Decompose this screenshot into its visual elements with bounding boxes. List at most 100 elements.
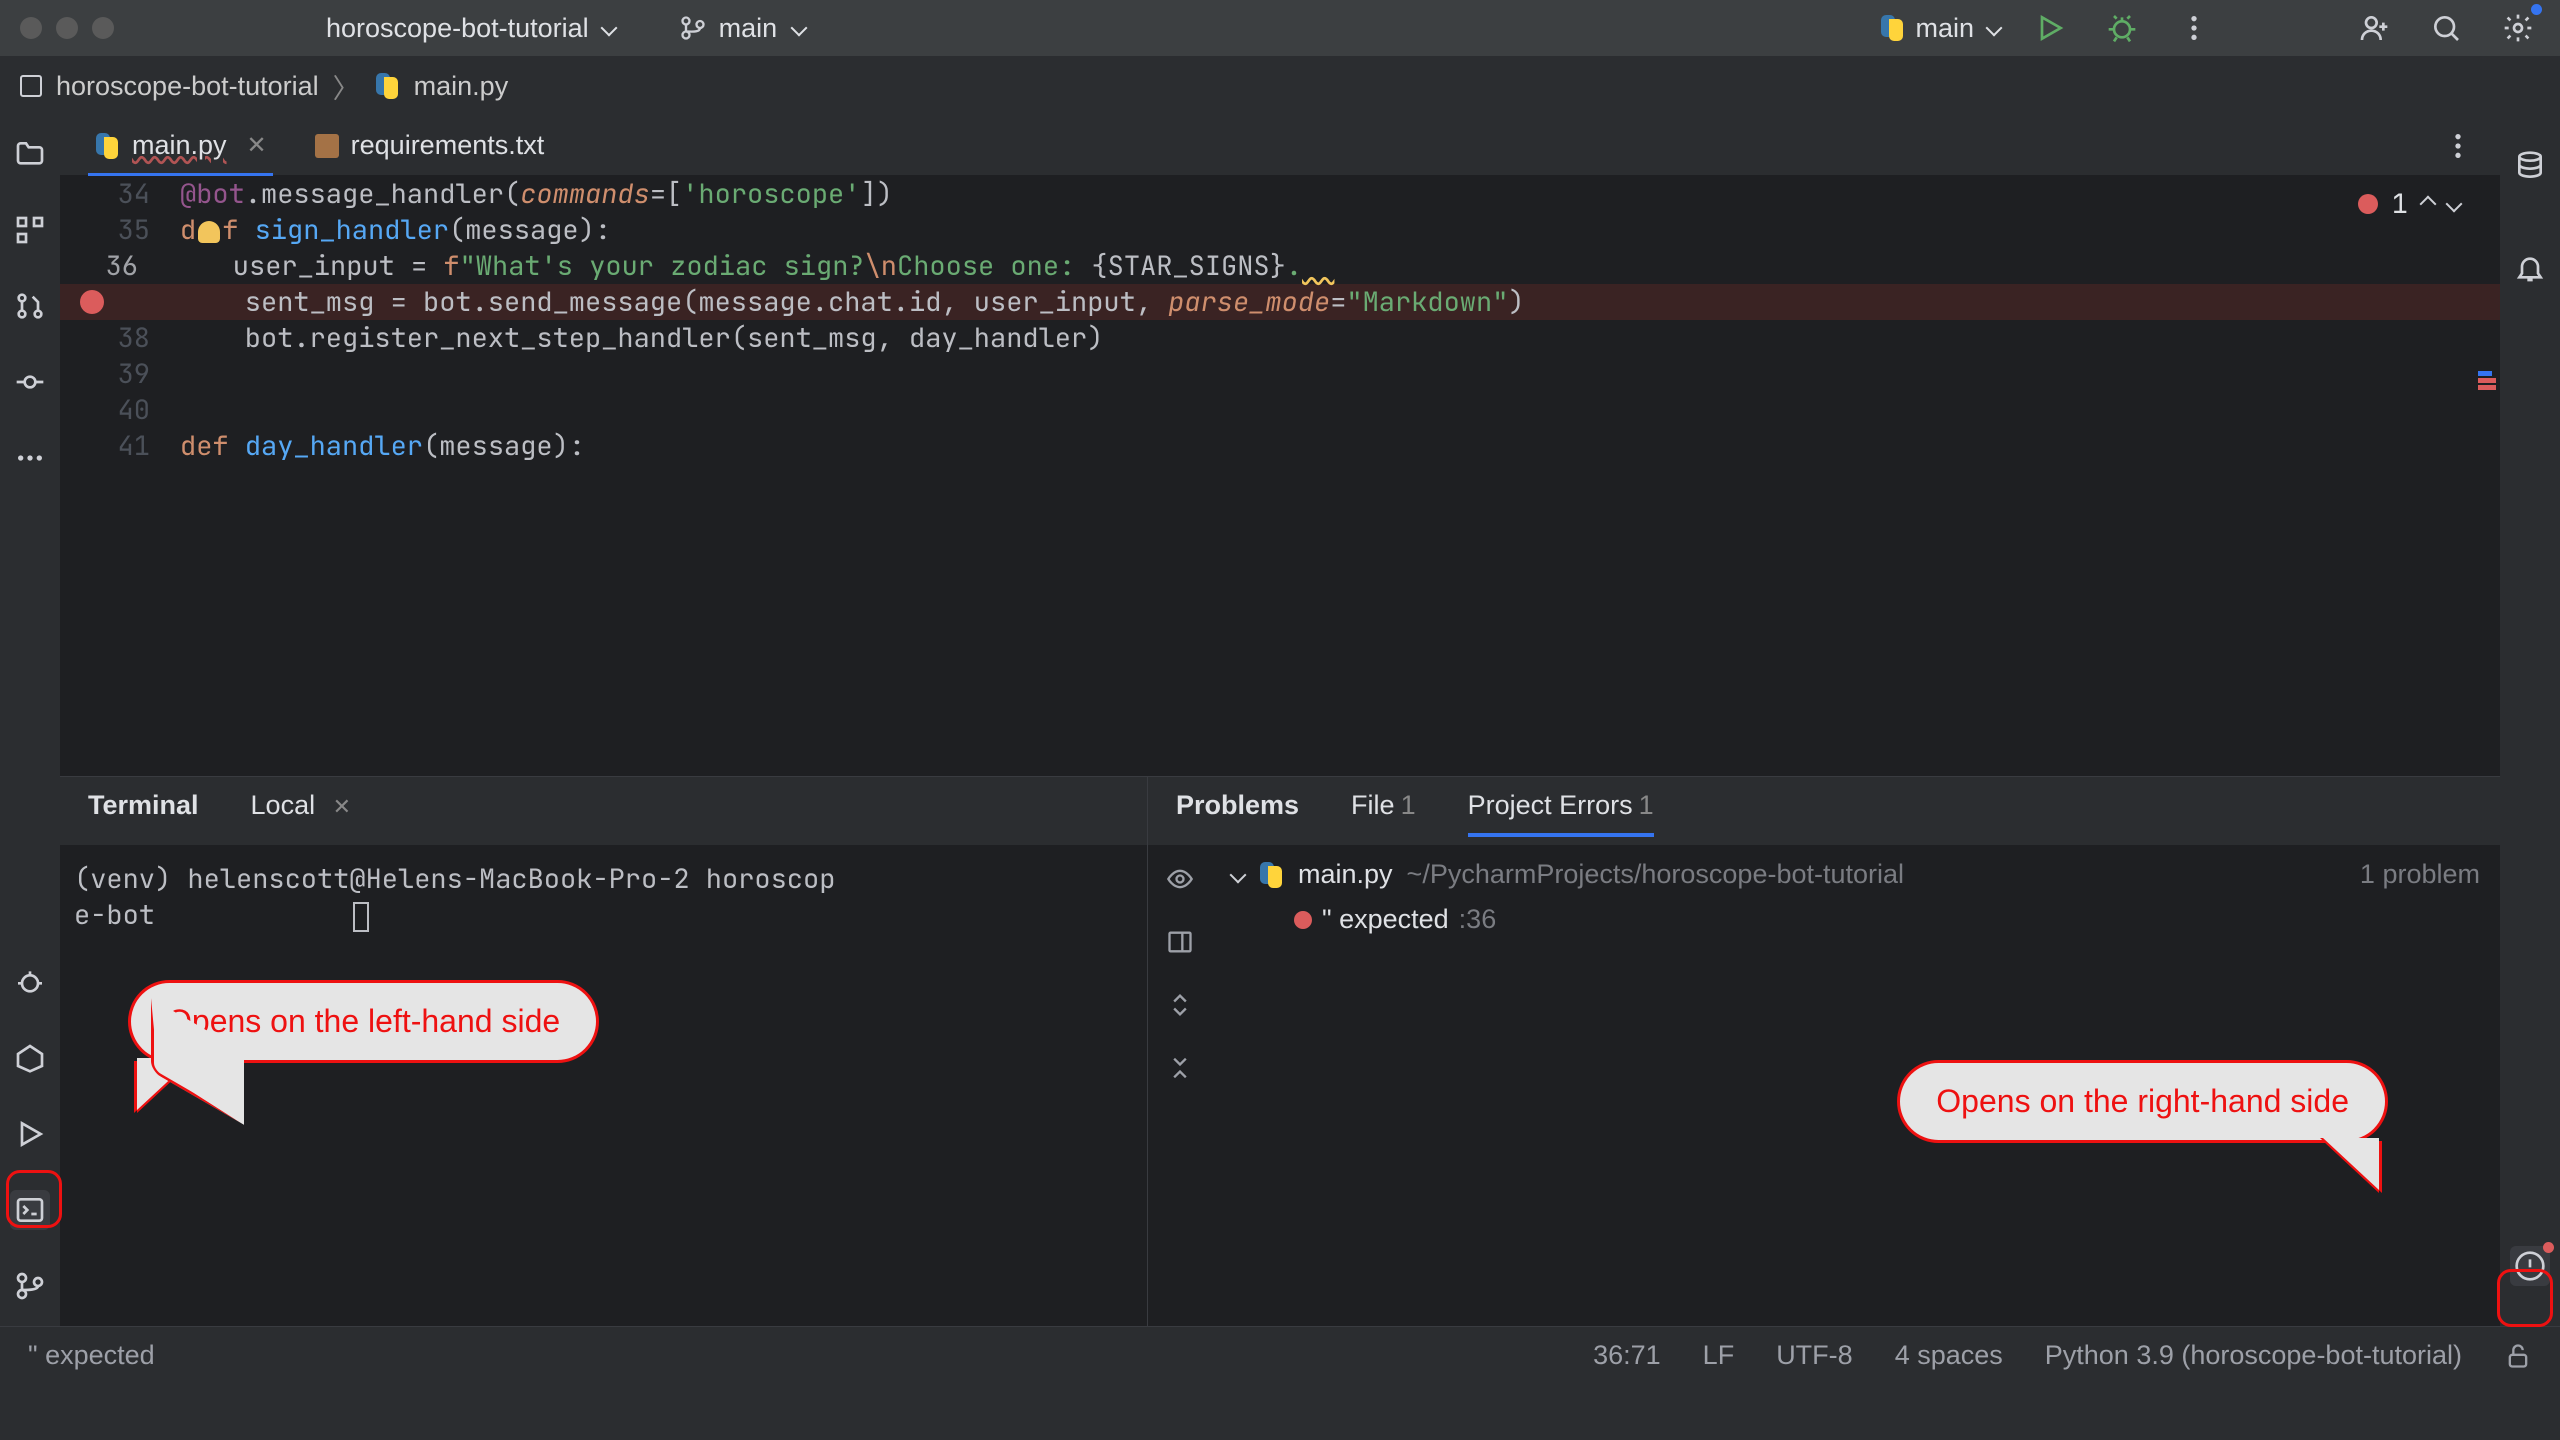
chevron-down-icon[interactable] [1230, 866, 1247, 883]
breadcrumb-root[interactable]: horoscope-bot-tutorial [56, 71, 319, 102]
error-count: 1 [2392, 186, 2408, 222]
more-horiz-icon [14, 442, 46, 474]
notifications-tool-button[interactable] [2510, 248, 2550, 288]
line-separator[interactable]: LF [1703, 1340, 1735, 1371]
collapse-all-button[interactable] [1166, 1054, 1194, 1089]
code-text[interactable]: def day_handler(message): [180, 428, 585, 464]
inspection-widget[interactable]: 1 [2358, 186, 2460, 222]
python-icon [374, 73, 400, 99]
more-tool-button[interactable] [10, 438, 50, 478]
code-text[interactable]: @bot.message_handler(commands=['horoscop… [180, 176, 893, 212]
breadcrumb-file[interactable]: main.py [414, 71, 509, 102]
gutter[interactable]: 34 [60, 176, 180, 212]
problems-project-tab[interactable]: Project Errors1 [1468, 790, 1654, 837]
code-line[interactable]: sent_msg = bot.send_message(message.chat… [60, 284, 2500, 320]
run-config-name: main [1915, 13, 1974, 44]
code-text[interactable]: df sign_handler(message): [180, 212, 611, 248]
code-line[interactable]: 34@bot.message_handler(commands=['horosc… [60, 176, 2500, 212]
problems-toolbar [1148, 845, 1212, 1326]
search-icon [2430, 12, 2462, 44]
search-button[interactable] [2424, 6, 2468, 50]
more-actions-button[interactable] [2172, 6, 2216, 50]
code-editor[interactable]: 1 34@bot.message_handler(commands=['horo… [60, 176, 2500, 776]
project-dropdown[interactable]: horoscope-bot-tutorial [314, 7, 627, 50]
tab-requirements[interactable]: requirements.txt [309, 118, 551, 173]
terminal-session-tab[interactable]: Local ✕ [251, 790, 352, 833]
indent-info[interactable]: 4 spaces [1895, 1340, 2003, 1371]
debug-tool-button[interactable] [10, 962, 50, 1002]
tab-label: requirements.txt [351, 130, 545, 161]
tab-options-button[interactable] [2436, 124, 2480, 168]
code-text[interactable]: user_input = f"What's your zodiac sign?\… [168, 248, 1334, 284]
database-tool-button[interactable] [2510, 146, 2550, 186]
package-icon [315, 134, 339, 158]
window-controls[interactable] [20, 17, 114, 39]
open-side-button[interactable] [1166, 928, 1194, 963]
problem-count: 1 problem [2360, 859, 2480, 890]
run-button[interactable] [2028, 6, 2072, 50]
python-icon [94, 133, 120, 159]
code-line[interactable]: 38 bot.register_next_step_handler(sent_m… [60, 320, 2500, 356]
python-icon [1879, 15, 1905, 41]
close-icon[interactable]: ✕ [247, 131, 267, 160]
chevron-up-icon[interactable] [2420, 196, 2437, 213]
bug-icon [2106, 12, 2138, 44]
code-line[interactable]: 36 user_input = f"What's your zodiac sig… [60, 248, 2500, 284]
breakpoint-icon[interactable] [80, 290, 104, 314]
code-line[interactable]: 40 [60, 392, 2500, 428]
vcs-tool-button[interactable] [10, 286, 50, 326]
gutter[interactable]: 41 [60, 428, 180, 464]
project-tool-button[interactable] [10, 134, 50, 174]
code-with-me-button[interactable] [2352, 6, 2396, 50]
close-window[interactable] [20, 17, 42, 39]
annotation-highlight-left [6, 1170, 62, 1228]
view-options-button[interactable] [1166, 865, 1194, 900]
gutter[interactable]: 40 [60, 392, 180, 428]
zoom-window[interactable] [92, 17, 114, 39]
error-stripe[interactable] [2478, 371, 2496, 392]
code-line[interactable]: 35df sign_handler(message): [60, 212, 2500, 248]
annotation-callout-left: Opens on the left-hand side [128, 980, 599, 1063]
problem-item[interactable]: " expected :36 [1294, 904, 2480, 935]
python-console-button[interactable] [10, 1038, 50, 1078]
interpreter-info[interactable]: Python 3.9 (horoscope-bot-tutorial) [2045, 1340, 2462, 1371]
minimize-window[interactable] [56, 17, 78, 39]
expand-all-button[interactable] [1166, 991, 1194, 1026]
chevron-down-icon[interactable] [2446, 196, 2463, 213]
file-encoding[interactable]: UTF-8 [1776, 1340, 1853, 1371]
commit-tool-button[interactable] [10, 362, 50, 402]
code-line[interactable]: 41def day_handler(message): [60, 428, 2500, 464]
status-message[interactable]: " expected [28, 1340, 1593, 1371]
code-line[interactable]: 39 [60, 356, 2500, 392]
lock-open-icon[interactable] [2504, 1342, 2532, 1370]
gutter[interactable]: 36 [60, 248, 168, 284]
gutter[interactable]: 38 [60, 320, 180, 356]
run-config-dropdown[interactable]: main [1879, 13, 2000, 44]
gutter[interactable]: 39 [60, 356, 180, 392]
structure-tool-button[interactable] [10, 210, 50, 250]
project-folder-icon [20, 75, 42, 97]
database-icon [2514, 150, 2546, 182]
run-tool-button[interactable] [10, 1114, 50, 1154]
play-icon [14, 1118, 46, 1150]
terminal-title[interactable]: Terminal [88, 790, 199, 833]
problems-file-tab[interactable]: File1 [1351, 790, 1416, 833]
caret-position[interactable]: 36:71 [1593, 1340, 1661, 1371]
problems-title[interactable]: Problems [1176, 790, 1299, 833]
close-icon[interactable]: ✕ [333, 794, 351, 819]
git-tool-button[interactable] [10, 1266, 50, 1306]
terminal-line: e-bot [74, 897, 155, 933]
problems-badge-dot [2543, 1242, 2554, 1253]
problem-file-row[interactable]: main.py ~/PycharmProjects/horoscope-bot-… [1232, 859, 2480, 890]
more-vert-icon [2178, 12, 2210, 44]
debug-button[interactable] [2100, 6, 2144, 50]
code-text[interactable]: sent_msg = bot.send_message(message.chat… [180, 284, 1525, 320]
breadcrumb[interactable]: horoscope-bot-tutorial 〉 main.py [20, 67, 508, 106]
settings-button[interactable] [2496, 6, 2540, 50]
structure-icon [14, 214, 46, 246]
python-console-icon [14, 1042, 46, 1074]
vcs-branch-dropdown[interactable]: main [667, 7, 818, 50]
code-text[interactable]: bot.register_next_step_handler(sent_msg,… [180, 320, 1103, 356]
gutter[interactable]: 35 [60, 212, 180, 248]
tab-main-py[interactable]: main.py ✕ [88, 118, 273, 177]
